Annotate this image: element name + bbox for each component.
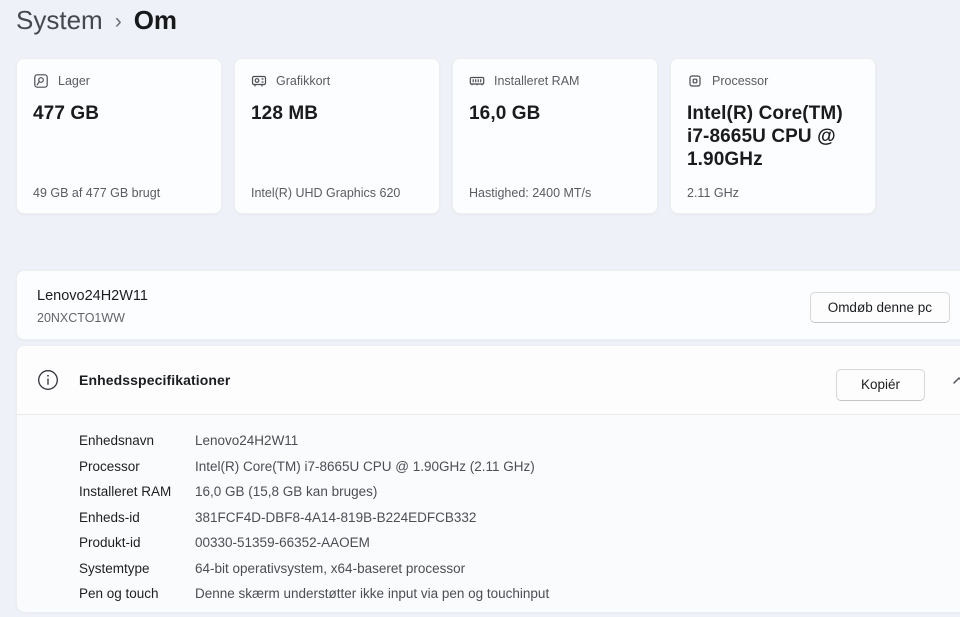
card-processor: Processor Intel(R) Core(TM) i7-8665U CPU… bbox=[670, 58, 876, 214]
breadcrumb-system[interactable]: System bbox=[16, 5, 103, 36]
spec-label: Pen og touch bbox=[17, 586, 195, 601]
chevron-up-icon[interactable] bbox=[952, 374, 960, 386]
card-value: Intel(R) Core(TM) i7-8665U CPU @ 1.90GHz bbox=[687, 102, 859, 172]
spec-value: Intel(R) Core(TM) i7-8665U CPU @ 1.90GHz… bbox=[195, 459, 535, 474]
device-name: Lenovo24H2W11 bbox=[37, 288, 148, 304]
device-specifications-panel: Enhedsspecifikationer Kopiér Enhedsnavn … bbox=[16, 345, 960, 612]
card-caption: 49 GB af 477 GB brugt bbox=[33, 186, 211, 200]
gpu-icon bbox=[251, 73, 267, 89]
spec-row-enhedsnavn: Enhedsnavn Lenovo24H2W11 bbox=[17, 428, 960, 454]
cpu-icon bbox=[687, 73, 703, 89]
device-name-panel: Lenovo24H2W11 20NXCTO1WW Omdøb denne pc bbox=[16, 270, 960, 340]
spec-row-enheds-id: Enheds-id 381FCF4D-DBF8-4A14-819B-B224ED… bbox=[17, 505, 960, 531]
card-label: Lager bbox=[58, 74, 90, 88]
breadcrumb-chevron-icon: › bbox=[115, 8, 122, 34]
card-value: 16,0 GB bbox=[469, 102, 641, 125]
card-label: Processor bbox=[712, 74, 768, 88]
card-caption: 2.11 GHz bbox=[687, 186, 865, 200]
card-caption: Hastighed: 2400 MT/s bbox=[469, 186, 647, 200]
spec-value: 64-bit operativsystem, x64-baseret proce… bbox=[195, 561, 465, 576]
spec-value: Lenovo24H2W11 bbox=[195, 433, 298, 448]
device-model: 20NXCTO1WW bbox=[37, 311, 125, 325]
card-value: 477 GB bbox=[33, 102, 205, 125]
breadcrumb: System › Om bbox=[16, 5, 177, 36]
spec-label: Enheds-id bbox=[17, 510, 195, 525]
rename-pc-button[interactable]: Omdøb denne pc bbox=[810, 292, 950, 323]
spec-value: 381FCF4D-DBF8-4A14-819B-B224EDFCB332 bbox=[195, 510, 476, 525]
spec-label: Enhedsnavn bbox=[17, 433, 195, 448]
spec-label: Produkt-id bbox=[17, 535, 195, 550]
page-title: Om bbox=[134, 5, 177, 36]
card-ram: Installeret RAM 16,0 GB Hastighed: 2400 … bbox=[452, 58, 658, 214]
card-label: Installeret RAM bbox=[494, 74, 579, 88]
card-caption: Intel(R) UHD Graphics 620 bbox=[251, 186, 429, 200]
spec-label: Installeret RAM bbox=[17, 484, 195, 499]
card-value: 128 MB bbox=[251, 102, 423, 125]
card-storage: Lager 477 GB 49 GB af 477 GB brugt bbox=[16, 58, 222, 214]
info-icon bbox=[37, 369, 59, 391]
spec-label: Processor bbox=[17, 459, 195, 474]
card-graphics: Grafikkort 128 MB Intel(R) UHD Graphics … bbox=[234, 58, 440, 214]
spec-row-systemtype: Systemtype 64-bit operativsystem, x64-ba… bbox=[17, 556, 960, 582]
spec-row-pen-og-touch: Pen og touch Denne skærm understøtter ik… bbox=[17, 581, 960, 607]
spec-row-produkt-id: Produkt-id 00330-51359-66352-AAOEM bbox=[17, 530, 960, 556]
card-label: Grafikkort bbox=[276, 74, 330, 88]
specs-title: Enhedsspecifikationer bbox=[79, 372, 230, 388]
ram-icon bbox=[469, 73, 485, 89]
spec-label: Systemtype bbox=[17, 561, 195, 576]
spec-row-installeret-ram: Installeret RAM 16,0 GB (15,8 GB kan bru… bbox=[17, 479, 960, 505]
specs-expander-header[interactable]: Enhedsspecifikationer Kopiér bbox=[17, 346, 960, 414]
spec-value: Denne skærm understøtter ikke input via … bbox=[195, 586, 549, 601]
copy-button[interactable]: Kopiér bbox=[836, 369, 925, 401]
spec-value: 16,0 GB (15,8 GB kan bruges) bbox=[195, 484, 377, 499]
spec-value: 00330-51359-66352-AAOEM bbox=[195, 535, 370, 550]
specs-table: Enhedsnavn Lenovo24H2W11 Processor Intel… bbox=[17, 415, 960, 612]
spec-row-processor: Processor Intel(R) Core(TM) i7-8665U CPU… bbox=[17, 454, 960, 480]
storage-icon bbox=[33, 73, 49, 89]
